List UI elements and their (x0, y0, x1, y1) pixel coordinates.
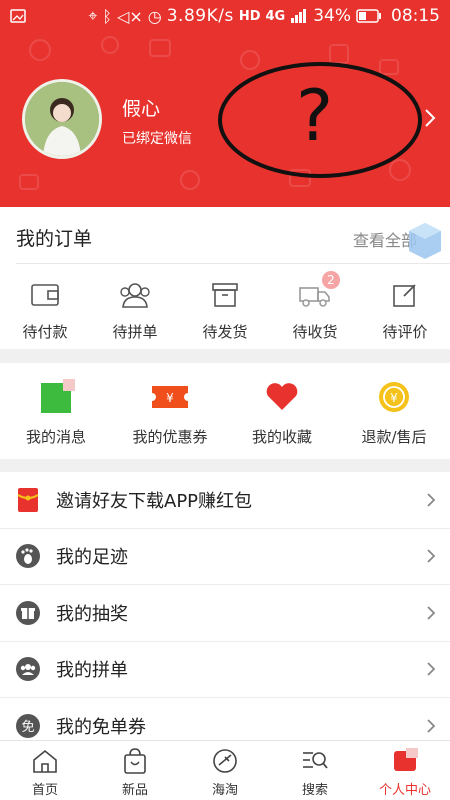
svg-text:免: 免 (21, 720, 34, 735)
red-envelope-icon (17, 487, 39, 512)
mute-icon: ◁× (117, 6, 143, 26)
order-pending-payment[interactable]: 待付款 (10, 277, 80, 342)
clock: 08:15 (391, 6, 440, 26)
menu-item-lottery[interactable]: 我的抽奖 (0, 585, 450, 642)
chevron-right-icon (427, 606, 436, 620)
divider (16, 263, 450, 264)
nav-label: 首页 (31, 783, 58, 798)
coupon-icon: ¥ (152, 386, 188, 408)
menu-item-label: 我的拼单 (56, 660, 128, 682)
bottom-navigation: 首页 新品 海淘 搜索 个人中心 (0, 740, 450, 800)
svg-text:?: ? (296, 75, 333, 157)
avatar[interactable] (22, 79, 102, 159)
signal-icon (291, 9, 307, 23)
nav-search[interactable]: 搜索 (270, 741, 360, 800)
wechat-bound-status: 已绑定微信 (122, 131, 192, 147)
menu-item-label: 我的抽奖 (56, 603, 128, 625)
home-icon (33, 749, 57, 773)
order-item-label: 待评价 (382, 323, 428, 341)
nav-new[interactable]: 新品 (90, 741, 180, 800)
username[interactable]: 假心 (122, 94, 160, 121)
wallet-icon (31, 284, 59, 306)
quick-item-label: 我的收藏 (251, 428, 312, 446)
unread-badge: 2 (322, 271, 340, 289)
my-favorites[interactable]: 我的收藏 (232, 377, 332, 447)
quick-actions: 我的消息 ¥ 我的优惠券 我的收藏 ¥ 退款/售后 (0, 363, 450, 459)
svg-text:¥: ¥ (166, 391, 174, 405)
chevron-right-icon (427, 549, 436, 563)
orders-title: 我的订单 (16, 228, 93, 250)
chevron-right-icon (427, 662, 436, 676)
order-item-label: 待拼单 (112, 323, 158, 341)
orders-card: 我的订单 查看全部 待付款 待拼单 待发货 2 待收货 待评价 (0, 207, 450, 349)
svg-text:¥: ¥ (390, 391, 398, 405)
box-icon (212, 283, 238, 307)
order-pending-review[interactable]: 待评价 (370, 277, 440, 342)
bluetooth-icon: ᛒ (102, 6, 113, 26)
menu-item-free-coupons[interactable]: 免 我的免单券 (0, 698, 450, 740)
profile-icon (394, 748, 418, 771)
footprint-icon (16, 544, 40, 569)
alarm-icon: ◷ (147, 6, 162, 26)
network-speed: 3.89K/s (166, 6, 234, 26)
order-pending-shipment[interactable]: 待发货 (190, 277, 260, 342)
nav-profile[interactable]: 个人中心 (360, 741, 450, 800)
free-coupon-icon: 免 (16, 714, 40, 739)
nav-overseas[interactable]: 海淘 (180, 741, 270, 800)
image-icon (10, 9, 26, 23)
battery-icon (356, 9, 381, 23)
nav-label: 新品 (121, 783, 148, 798)
my-messages[interactable]: 我的消息 (6, 377, 106, 447)
message-icon (41, 379, 75, 413)
quick-item-label: 我的消息 (25, 428, 86, 446)
hd-indicator: HD (238, 8, 261, 24)
gift-icon (16, 600, 40, 625)
order-pending-group[interactable]: 待拼单 (100, 277, 170, 342)
network-type: 4G (265, 8, 286, 24)
bag-icon (124, 748, 146, 774)
menu-item-invite[interactable]: 邀请好友下载APP赚红包 (0, 472, 450, 529)
question-mark-scribble: ? (218, 62, 422, 178)
search-icon (303, 752, 328, 769)
chevron-right-icon (427, 719, 436, 733)
menu-item-label: 我的免单券 (56, 717, 146, 739)
menu-list: 邀请好友下载APP赚红包 我的足迹 我的抽奖 我的拼单 免 我的免单券 (0, 472, 450, 740)
profile-chevron-icon[interactable] (424, 108, 436, 128)
cube-icon (409, 223, 441, 259)
battery-percent: 34% (313, 6, 351, 26)
plane-icon (213, 749, 237, 773)
menu-item-label: 我的足迹 (56, 547, 128, 569)
group-buy-icon (16, 657, 40, 682)
quick-item-label: 我的优惠券 (132, 428, 208, 446)
order-item-label: 待收货 (292, 323, 338, 341)
heart-icon (266, 383, 298, 410)
location-icon: ⌖ (88, 6, 98, 25)
refund-icon: ¥ (379, 382, 409, 412)
nav-label: 搜索 (301, 783, 328, 798)
nav-home[interactable]: 首页 (0, 741, 90, 800)
group-icon (120, 283, 150, 308)
nav-label: 海淘 (211, 783, 238, 798)
order-pending-receipt[interactable]: 2 待收货 (280, 271, 350, 342)
quick-item-label: 退款/售后 (361, 428, 427, 446)
menu-item-footprints[interactable]: 我的足迹 (0, 529, 450, 585)
avatar-image (25, 82, 99, 156)
nav-label: 个人中心 (378, 783, 431, 798)
order-item-label: 待发货 (202, 323, 248, 341)
menu-item-group-orders[interactable]: 我的拼单 (0, 642, 450, 698)
chevron-right-icon (427, 493, 436, 507)
menu-item-label: 邀请好友下载APP赚红包 (56, 490, 253, 512)
edit-icon (393, 284, 416, 307)
order-item-label: 待付款 (22, 323, 68, 341)
refund-after-sales[interactable]: ¥ 退款/售后 (344, 377, 444, 447)
my-coupons[interactable]: ¥ 我的优惠券 (120, 377, 220, 447)
status-bar: ⌖ ᛒ ◁× ◷ 3.89K/s HD 4G 34% 08:15 (0, 0, 450, 32)
